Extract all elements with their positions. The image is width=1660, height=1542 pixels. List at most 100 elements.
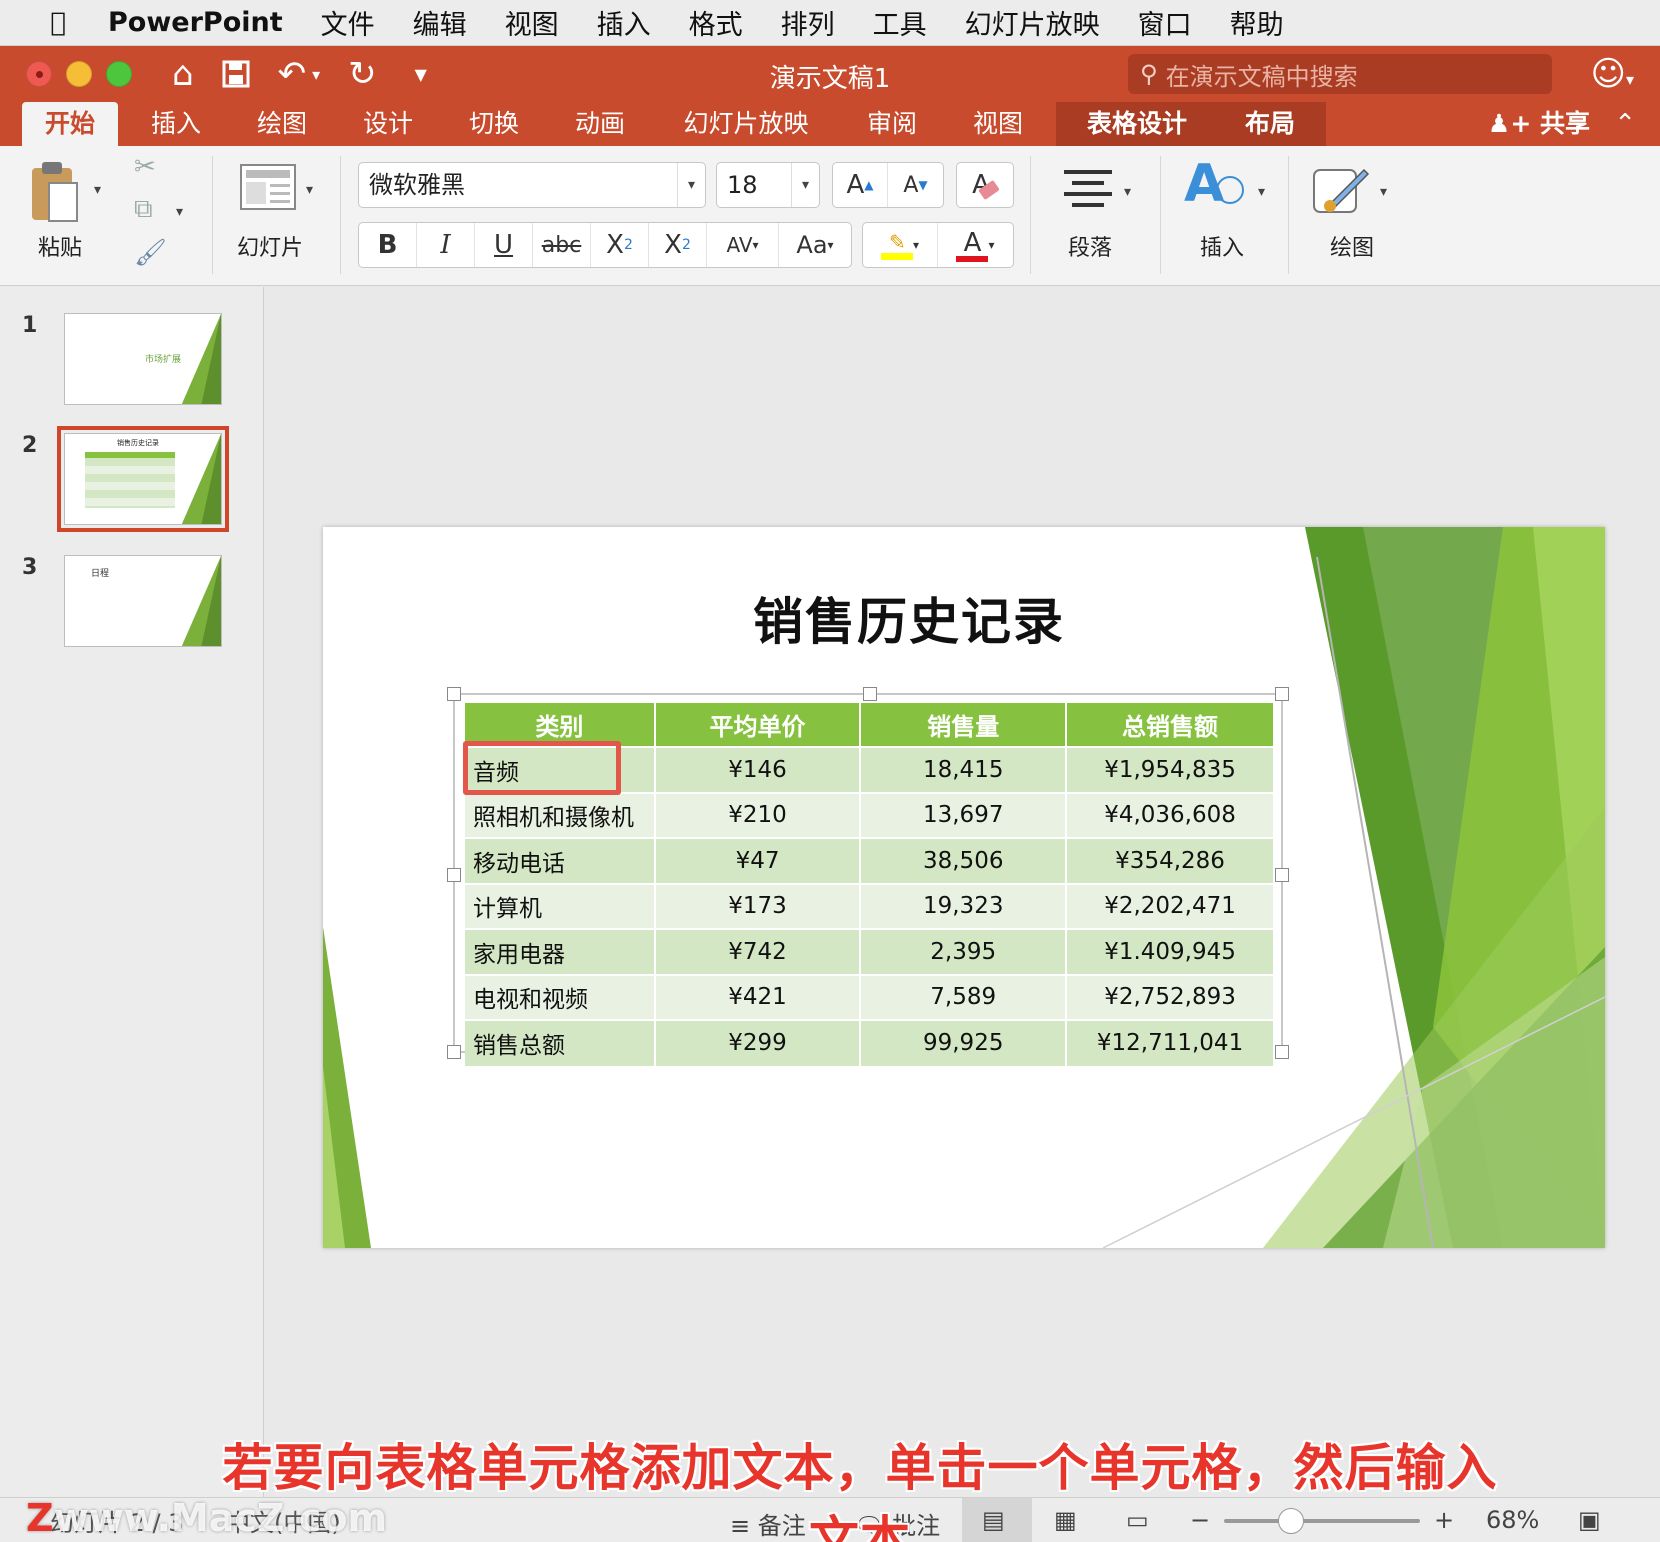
undo-dropdown-icon[interactable]: ▾ <box>312 65 320 84</box>
fit-to-window-icon[interactable]: ▣ <box>1578 1506 1601 1534</box>
header-cell[interactable]: 销售量 <box>860 703 1068 747</box>
value-cell[interactable]: ¥12,711,041 <box>1066 1019 1275 1066</box>
app-menu[interactable]: PowerPoint <box>108 7 283 38</box>
category-cell[interactable]: 照相机和摄像机 <box>465 791 656 838</box>
superscript-icon[interactable]: X2 <box>591 223 649 267</box>
minimize-window-button[interactable] <box>66 61 92 87</box>
paragraph-icon[interactable] <box>1062 168 1114 208</box>
value-cell[interactable]: ¥742 <box>654 928 862 975</box>
resize-handle-tc[interactable] <box>863 687 877 701</box>
tab-review[interactable]: 审阅 <box>852 102 932 146</box>
value-cell[interactable]: 13,697 <box>860 791 1068 838</box>
tab-draw[interactable]: 绘图 <box>242 102 322 146</box>
menu-slideshow[interactable]: 幻灯片放映 <box>965 3 1100 42</box>
character-spacing-icon[interactable]: AV ▾ <box>707 223 779 267</box>
tab-view[interactable]: 视图 <box>958 102 1038 146</box>
draw-dropdown-icon[interactable]: ▾ <box>1380 184 1387 200</box>
value-cell[interactable]: 99,925 <box>860 1019 1068 1066</box>
format-painter-icon[interactable]: 🖌 <box>134 238 167 268</box>
shrink-font-icon[interactable]: A ▼ <box>888 163 943 207</box>
menu-tools[interactable]: 工具 <box>873 3 927 42</box>
value-cell[interactable]: 38,506 <box>860 837 1068 884</box>
slide-thumbnail-1[interactable]: 市场扩展 <box>64 313 222 405</box>
tab-animations[interactable]: 动画 <box>560 102 640 146</box>
value-cell[interactable]: 2,395 <box>860 928 1068 975</box>
value-cell[interactable]: 18,415 <box>860 746 1068 793</box>
category-cell[interactable]: 销售总额 <box>465 1019 656 1066</box>
value-cell[interactable]: ¥1,954,835 <box>1066 746 1275 793</box>
tab-table-design[interactable]: 表格设计 <box>1070 102 1204 146</box>
category-cell[interactable]: 电视和视频 <box>465 973 656 1020</box>
font-color-icon[interactable]: A ▾ <box>938 223 1013 267</box>
menu-arrange[interactable]: 排列 <box>781 3 835 42</box>
strikethrough-icon[interactable]: abc <box>533 223 591 267</box>
insert-dropdown-icon[interactable]: ▾ <box>1258 184 1265 200</box>
copy-dropdown-icon[interactable]: ▾ <box>176 204 183 220</box>
slide-2[interactable]: 销售历史记录 类别 平均单价 销售量 总销售额 音频 ¥146 18,415 ¥1,9… <box>323 527 1605 1248</box>
value-cell[interactable]: ¥4,036,608 <box>1066 791 1275 838</box>
value-cell[interactable]: ¥354,286 <box>1066 837 1275 884</box>
new-slide-dropdown-icon[interactable]: ▾ <box>306 182 313 198</box>
table-frame[interactable]: 类别 平均单价 销售量 总销售额 音频 ¥146 18,415 ¥1,954,835 照… <box>447 687 1289 1066</box>
redo-icon[interactable]: ↻ <box>348 54 377 94</box>
paragraph-dropdown-icon[interactable]: ▾ <box>1124 184 1131 200</box>
value-cell[interactable]: ¥210 <box>654 791 862 838</box>
home-icon[interactable]: ⌂ <box>172 54 194 94</box>
category-cell[interactable]: 家用电器 <box>465 928 656 975</box>
menu-file[interactable]: 文件 <box>321 3 375 42</box>
bold-icon[interactable]: B <box>359 223 417 267</box>
apple-logo-icon[interactable]:  <box>38 8 78 38</box>
value-cell[interactable]: ¥299 <box>654 1019 862 1066</box>
new-slide-icon[interactable] <box>240 164 296 210</box>
search-input[interactable]: ⚲ 在演示文稿中搜索 <box>1128 54 1552 94</box>
tab-slideshow[interactable]: 幻灯片放映 <box>666 102 826 146</box>
tab-home[interactable]: 开始 <box>22 102 118 146</box>
close-window-button[interactable] <box>26 61 52 87</box>
resize-handle-bl[interactable] <box>447 1045 461 1059</box>
drawing-icon[interactable] <box>1312 164 1372 216</box>
italic-icon[interactable]: I <box>417 223 475 267</box>
grow-font-icon[interactable]: A ▲ <box>833 163 889 207</box>
value-cell[interactable]: ¥2,752,893 <box>1066 973 1275 1020</box>
tab-layout[interactable]: 布局 <box>1230 102 1310 146</box>
value-cell[interactable]: ¥2,202,471 <box>1066 882 1275 929</box>
category-cell[interactable]: 移动电话 <box>465 837 656 884</box>
clear-formatting-icon[interactable]: A <box>957 163 1013 207</box>
menu-insert[interactable]: 插入 <box>597 3 651 42</box>
tab-transitions[interactable]: 切换 <box>454 102 534 146</box>
value-cell[interactable]: ¥47 <box>654 837 862 884</box>
collapse-ribbon-icon[interactable]: ⌃ <box>1614 102 1636 146</box>
font-size-dropdown-icon[interactable]: ▾ <box>791 163 819 207</box>
font-size-select[interactable]: 18 ▾ <box>716 162 820 208</box>
resize-handle-tr[interactable] <box>1275 687 1289 701</box>
tab-insert[interactable]: 插入 <box>136 102 216 146</box>
paste-dropdown-icon[interactable]: ▾ <box>94 182 101 198</box>
menu-window[interactable]: 窗口 <box>1138 3 1192 42</box>
value-cell[interactable]: ¥1.409,945 <box>1066 928 1275 975</box>
share-button[interactable]: ♟+ 共享 <box>1488 102 1590 146</box>
header-cell[interactable]: 平均单价 <box>654 703 862 747</box>
header-cell[interactable]: 总销售额 <box>1066 703 1275 747</box>
resize-handle-mr[interactable] <box>1275 868 1289 882</box>
font-name-dropdown-icon[interactable]: ▾ <box>677 163 705 207</box>
cut-icon[interactable]: ✂ <box>134 152 156 182</box>
paste-icon[interactable] <box>28 160 78 222</box>
value-cell[interactable]: ¥173 <box>654 882 862 929</box>
menu-edit[interactable]: 编辑 <box>413 3 467 42</box>
feedback-smiley-icon[interactable]: ☺▾ <box>1591 54 1634 94</box>
menu-view[interactable]: 视图 <box>505 3 559 42</box>
save-icon[interactable] <box>222 60 250 88</box>
slide-title[interactable]: 销售历史记录 <box>323 582 1495 654</box>
category-cell[interactable]: 计算机 <box>465 882 656 929</box>
value-cell[interactable]: 7,589 <box>860 973 1068 1020</box>
menu-help[interactable]: 帮助 <box>1230 3 1284 42</box>
resize-handle-tl[interactable] <box>447 687 461 701</box>
subscript-icon[interactable]: X2 <box>649 223 707 267</box>
undo-icon[interactable]: ↶ <box>278 54 307 94</box>
resize-handle-ml[interactable] <box>447 868 461 882</box>
resize-handle-br[interactable] <box>1275 1045 1289 1059</box>
change-case-icon[interactable]: Aa ▾ <box>779 223 851 267</box>
slide-thumbnail-2[interactable]: 销售历史记录 <box>57 426 229 532</box>
zoom-window-button[interactable] <box>106 61 132 87</box>
value-cell[interactable]: ¥421 <box>654 973 862 1020</box>
